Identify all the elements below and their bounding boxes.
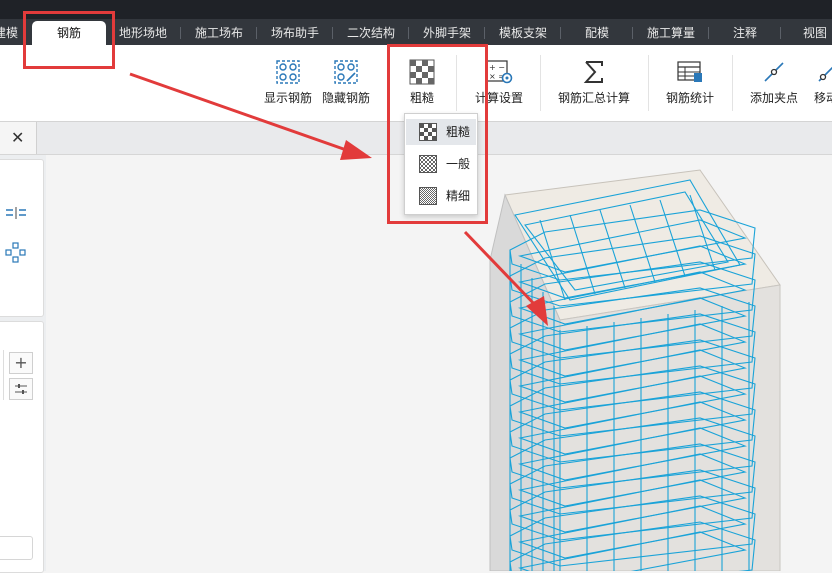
- title-bar: [0, 0, 832, 19]
- ribbon-separator: [648, 55, 649, 111]
- panel-input-field[interactable]: [0, 536, 33, 560]
- tab-separator: [484, 27, 485, 39]
- property-panel: +: [0, 321, 44, 573]
- tab-separator: [708, 27, 709, 39]
- hide-rebar-button[interactable]: 隐藏钢筋: [320, 59, 372, 106]
- calc-settings-icon: + − × =: [486, 60, 513, 84]
- ribbon-separator: [732, 55, 733, 111]
- tab-separator: [332, 27, 333, 39]
- tab-modeling[interactable]: 建模: [0, 19, 20, 45]
- ribbon-tab-bar: 建模 钢筋 地形场地 施工场布 场布助手 二次结构 外脚手架 模板支架 配模 施…: [0, 19, 832, 45]
- tab-construction-quantity[interactable]: 施工算量: [640, 19, 702, 45]
- hide-rebar-icon: [334, 60, 358, 84]
- table-icon: [677, 61, 702, 82]
- tab-secondary-structure[interactable]: 二次结构: [340, 19, 402, 45]
- sigma-icon: [583, 61, 603, 83]
- tab-separator: [180, 27, 181, 39]
- show-rebar-icon: [276, 60, 300, 84]
- add-point-icon: [764, 62, 784, 82]
- close-icon[interactable]: ✕: [11, 128, 24, 147]
- tab-separator: [560, 27, 561, 39]
- sliders-icon: [15, 384, 27, 394]
- align-icon[interactable]: [5, 206, 27, 220]
- tab-view[interactable]: 视图: [792, 19, 832, 45]
- rebar-summary-button[interactable]: 钢筋汇总计算: [556, 59, 632, 106]
- tab-site-layout[interactable]: 施工场布: [188, 19, 250, 45]
- hide-rebar-label: 隐藏钢筋: [321, 91, 370, 105]
- tab-separator: [632, 27, 633, 39]
- highlight-box-detail-level: [387, 44, 488, 224]
- rebar-stats-button[interactable]: 钢筋统计: [662, 59, 718, 106]
- filter-button[interactable]: [9, 378, 33, 400]
- rebar-stats-label: 钢筋统计: [665, 91, 714, 105]
- svg-text:+ −: + −: [489, 63, 505, 72]
- tab-separator: [408, 27, 409, 39]
- tab-scaffold[interactable]: 外脚手架: [416, 19, 478, 45]
- highlight-box-rebar-tab: [23, 11, 115, 69]
- ribbon-separator: [540, 55, 541, 111]
- tab-separator: [256, 27, 257, 39]
- tab-annotation[interactable]: 注释: [716, 19, 774, 45]
- tab-formwork-support[interactable]: 模板支架: [492, 19, 554, 45]
- move-label: 移动: [813, 91, 832, 105]
- move-button[interactable]: 移动: [806, 59, 832, 106]
- rebar-summary-label: 钢筋汇总计算: [557, 91, 630, 105]
- add-button[interactable]: +: [9, 352, 33, 374]
- tab-terrain[interactable]: 地形场地: [112, 19, 174, 45]
- tab-separator: [780, 27, 781, 39]
- doc-close-area: ✕: [0, 122, 37, 154]
- tool-panel: [0, 159, 44, 317]
- left-panel-column: +: [0, 155, 46, 573]
- show-rebar-label: 显示钢筋: [263, 91, 312, 105]
- tab-layout-assistant[interactable]: 场布助手: [264, 19, 326, 45]
- add-clamp-button[interactable]: 添加夹点: [746, 59, 802, 106]
- move-icon: [818, 66, 832, 82]
- add-clamp-label: 添加夹点: [749, 91, 798, 105]
- panel-divider: [0, 350, 4, 400]
- grid-nodes-icon[interactable]: [5, 242, 27, 264]
- tab-formwork-config[interactable]: 配模: [568, 19, 626, 45]
- show-rebar-button[interactable]: 显示钢筋: [262, 59, 314, 106]
